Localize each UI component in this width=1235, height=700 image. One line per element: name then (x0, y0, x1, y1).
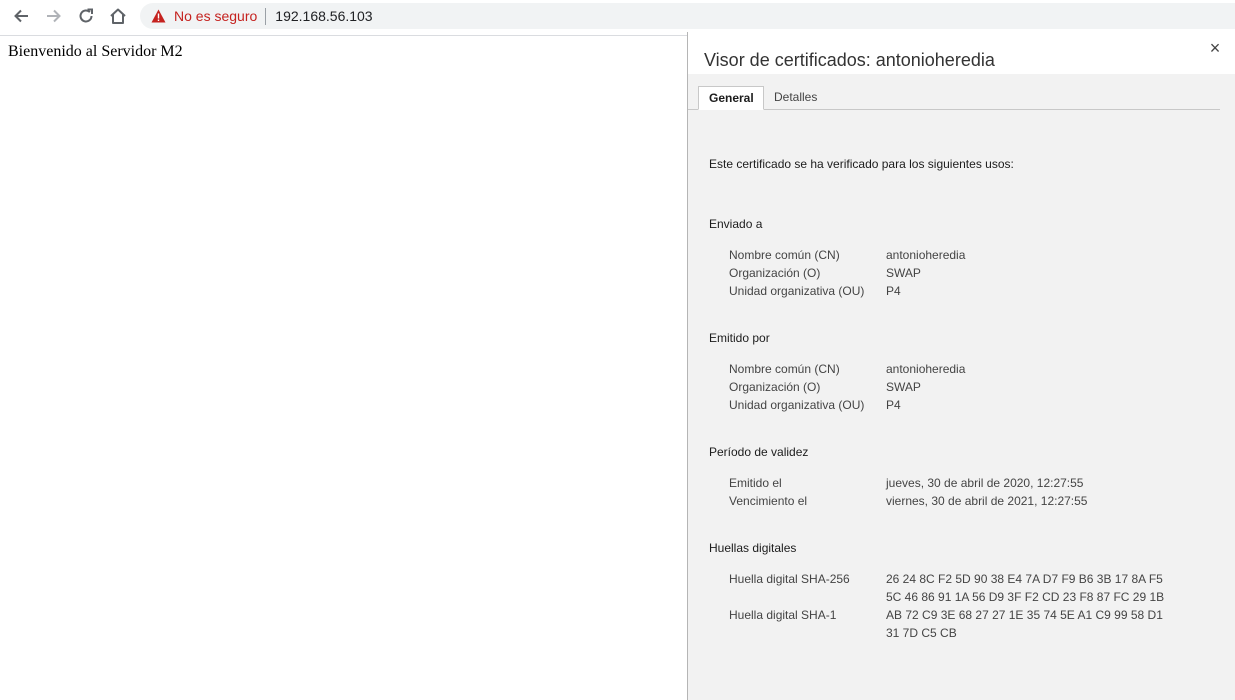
field-label: Huella digital SHA-256 (729, 572, 850, 586)
home-icon (110, 8, 126, 24)
field-value: antonioheredia (886, 362, 966, 376)
field-value: jueves, 30 de abril de 2020, 12:27:55 (886, 476, 1084, 490)
dialog-title: Visor de certificados: antonioheredia (704, 50, 995, 70)
omnibox-divider (265, 7, 267, 25)
url-text[interactable]: 192.168.56.103 (275, 8, 372, 24)
fingerprint-value: 26 24 8C F2 5D 90 38 E4 7A D7 F9 B6 3B 1… (886, 572, 1163, 586)
field-label: Unidad organizativa (OU) (729, 284, 865, 298)
field-label: Emitido el (729, 476, 782, 490)
certificate-viewer-dialog: Visor de certificados: antonioheredia × … (687, 32, 1235, 700)
fingerprint-value: 5C 46 86 91 1A 56 D9 3F F2 CD 23 F8 87 F… (886, 590, 1165, 604)
dialog-header: Visor de certificados: antonioheredia × (688, 32, 1235, 74)
issued-by-heading: Emitido por (709, 331, 770, 345)
close-icon[interactable]: × (1210, 38, 1221, 58)
address-bar[interactable]: No es seguro 192.168.56.103 (140, 3, 1235, 29)
tab-detalles[interactable]: Detalles (764, 86, 827, 109)
arrow-left-icon (14, 9, 28, 23)
field-value: P4 (886, 284, 901, 298)
warning-triangle-icon[interactable] (151, 9, 166, 23)
security-status-label[interactable]: No es seguro (174, 8, 257, 24)
field-value: SWAP (886, 380, 921, 394)
field-label: Organización (O) (729, 380, 821, 394)
field-label: Organización (O) (729, 266, 821, 280)
forward-button[interactable] (43, 5, 65, 27)
browser-toolbar: No es seguro 192.168.56.103 (0, 0, 1235, 32)
field-value: antonioheredia (886, 248, 966, 262)
validity-heading: Período de validez (709, 445, 809, 459)
home-button[interactable] (107, 5, 129, 27)
toolbar-divider (0, 35, 688, 36)
page-body-text: Bienvenido al Servidor M2 (8, 43, 183, 60)
fingerprint-value: AB 72 C9 3E 68 27 27 1E 35 74 5E A1 C9 9… (886, 608, 1163, 622)
arrow-right-icon (47, 9, 61, 23)
field-label: Unidad organizativa (OU) (729, 398, 865, 412)
intro-text: Este certificado se ha verificado para l… (709, 157, 1014, 171)
issued-to-heading: Enviado a (709, 217, 763, 231)
tab-general[interactable]: General (698, 86, 764, 110)
field-label: Nombre común (CN) (729, 362, 840, 376)
reload-icon (79, 8, 93, 23)
field-value: viernes, 30 de abril de 2021, 12:27:55 (886, 494, 1088, 508)
field-value: P4 (886, 398, 901, 412)
reload-button[interactable] (75, 5, 97, 27)
tab-divider (688, 109, 1220, 110)
field-label: Nombre común (CN) (729, 248, 840, 262)
tab-bar: General Detalles (688, 86, 1235, 110)
field-label: Vencimiento el (729, 494, 808, 508)
fingerprints-heading: Huellas digitales (709, 541, 797, 555)
field-label: Huella digital SHA-1 (729, 608, 837, 622)
close-button[interactable]: × (1207, 38, 1223, 58)
back-button[interactable] (10, 5, 32, 27)
fingerprint-value: 31 7D C5 CB (886, 626, 957, 640)
field-value: SWAP (886, 266, 921, 280)
